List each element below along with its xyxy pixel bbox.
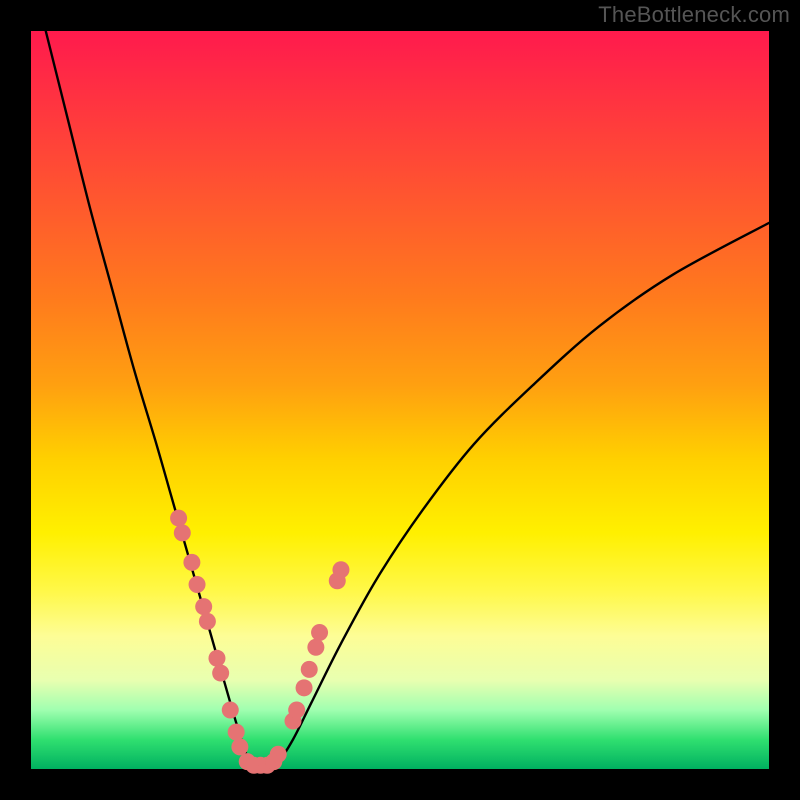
highlight-dot — [208, 650, 225, 667]
highlight-dot — [288, 701, 305, 718]
highlight-dot — [311, 624, 328, 641]
highlight-dot — [212, 665, 229, 682]
highlight-dot — [174, 524, 191, 541]
highlight-dot — [307, 639, 324, 656]
highlight-dot — [222, 701, 239, 718]
highlight-dot — [270, 746, 287, 763]
highlight-dot — [195, 598, 212, 615]
highlight-dot — [189, 576, 206, 593]
chart-frame: TheBottleneck.com — [0, 0, 800, 800]
highlight-dot — [170, 510, 187, 527]
highlight-dot — [228, 724, 245, 741]
highlight-dot — [231, 738, 248, 755]
watermark-text: TheBottleneck.com — [598, 2, 790, 28]
chart-svg — [31, 31, 769, 769]
highlight-dot — [332, 561, 349, 578]
highlight-dots-group — [170, 510, 349, 774]
bottleneck-curve-path — [46, 31, 769, 766]
plot-area — [31, 31, 769, 769]
highlight-dot — [199, 613, 216, 630]
highlight-dot — [296, 679, 313, 696]
highlight-dot — [183, 554, 200, 571]
highlight-dot — [301, 661, 318, 678]
